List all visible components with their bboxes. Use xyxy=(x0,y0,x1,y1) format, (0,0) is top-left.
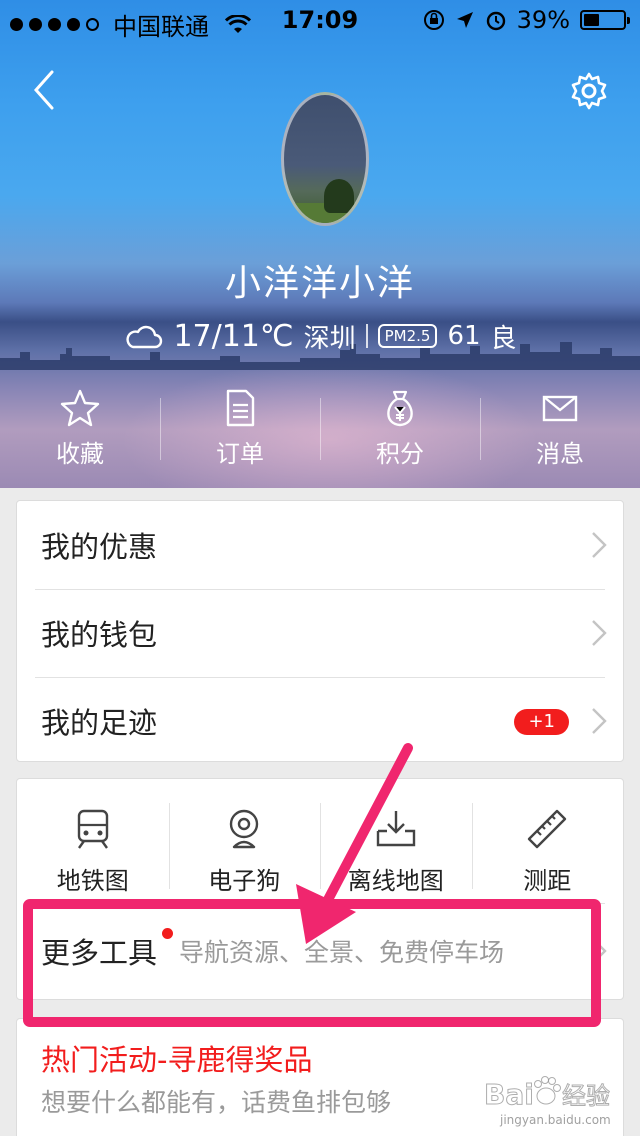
chevron-left-icon xyxy=(33,70,54,110)
watermark-brand: Bai xyxy=(484,1078,534,1111)
back-button[interactable] xyxy=(28,68,68,112)
menu-item-wallet[interactable]: 我的钱包 xyxy=(17,589,623,677)
camera-icon xyxy=(230,809,259,849)
location-arrow-icon xyxy=(456,12,473,28)
battery-percent: 39% xyxy=(516,6,570,34)
document-icon xyxy=(226,389,255,427)
air-quality: 良 xyxy=(490,323,517,354)
city-name: 深圳 xyxy=(303,323,356,354)
quick-label: 积分 xyxy=(376,440,424,468)
temperature: 17/11℃ xyxy=(173,318,294,354)
pm-badge: PM2.5 xyxy=(377,324,438,348)
chevron-right-icon xyxy=(592,708,607,734)
account-menu: 我的优惠 我的钱包 我的足迹 +1 xyxy=(16,500,624,762)
new-dot-indicator xyxy=(162,928,174,939)
more-tools-row[interactable]: 更多工具 导航资源、全景、免费停车场 xyxy=(17,903,623,999)
battery-fill xyxy=(584,14,599,26)
more-tools-subtitle: 导航资源、全景、免费停车场 xyxy=(179,938,505,967)
avatar[interactable] xyxy=(281,92,369,226)
tool-offline-map[interactable]: 离线地图 xyxy=(320,779,472,903)
menu-item-footprints[interactable]: 我的足迹 +1 xyxy=(17,677,623,765)
chevron-right-icon xyxy=(592,620,607,646)
baidu-jingyan-watermark: Bai 经验 jingyan.baidu.com xyxy=(480,1064,630,1130)
weather-divider xyxy=(365,324,368,348)
quick-points[interactable]: 积分 xyxy=(320,388,480,472)
star-icon xyxy=(60,389,100,427)
tool-subway-map[interactable]: 地铁图 xyxy=(17,779,169,903)
ruler-icon xyxy=(528,809,567,849)
tools-row: 地铁图 电子狗 离线地图 测距 xyxy=(17,779,623,903)
menu-item-coupons[interactable]: 我的优惠 xyxy=(17,501,623,589)
activity-subtitle: 想要什么都能有，话费鱼排包够 xyxy=(41,1088,392,1117)
avatar-tree xyxy=(324,179,354,213)
menu-item-label: 我的钱包 xyxy=(41,618,158,652)
chevron-right-icon xyxy=(592,938,607,964)
new-badge: +1 xyxy=(514,709,569,735)
menu-item-label: 我的足迹 xyxy=(41,706,158,740)
tool-label: 离线地图 xyxy=(347,867,444,895)
settings-button[interactable] xyxy=(568,70,610,112)
more-tools-title: 更多工具 xyxy=(41,928,174,972)
tool-speed-camera[interactable]: 电子狗 xyxy=(168,779,321,903)
quick-label: 消息 xyxy=(536,440,584,468)
weather-info: 17/11℃ 深圳 PM2.5 61 良 xyxy=(0,316,640,356)
profile-header: 中国联通 17:09 39% 小洋洋小洋 17/11℃ 深圳 PM2.5 61 … xyxy=(0,0,640,488)
tool-ruler[interactable]: 测距 xyxy=(471,779,624,903)
quick-messages[interactable]: 消息 xyxy=(480,388,640,472)
activity-title: 热门活动-寻鹿得奖品 xyxy=(41,1043,313,1077)
quick-label: 收藏 xyxy=(56,440,104,468)
status-right: 39% xyxy=(423,6,630,34)
money-bag-icon xyxy=(387,390,413,427)
username[interactable]: 小洋洋小洋 xyxy=(0,254,640,306)
quick-favorites[interactable]: 收藏 xyxy=(0,388,160,472)
tool-label: 地铁图 xyxy=(56,867,129,895)
chevron-right-icon xyxy=(592,532,607,558)
quick-label: 订单 xyxy=(216,440,264,468)
download-map-icon xyxy=(376,811,415,847)
tool-label: 电子狗 xyxy=(208,867,281,895)
envelope-icon xyxy=(542,395,578,422)
subway-icon xyxy=(77,809,108,849)
quick-orders[interactable]: 订单 xyxy=(160,388,320,472)
more-tools-title-text: 更多工具 xyxy=(41,936,158,970)
tools-panel: 地铁图 电子狗 离线地图 测距 更多工具 导航资源、全景、免费停车场 xyxy=(16,778,624,1000)
rotation-lock-icon xyxy=(423,10,444,30)
paw-logo-icon: Bai 经验 jingyan.baidu.com xyxy=(484,1076,611,1127)
alarm-icon xyxy=(486,11,505,31)
watermark-url: jingyan.baidu.com xyxy=(499,1113,611,1127)
status-bar: 中国联通 17:09 39% xyxy=(0,0,640,41)
tool-label: 测距 xyxy=(523,867,572,895)
cloud-icon xyxy=(126,325,163,349)
watermark-cn: 经验 xyxy=(562,1082,610,1110)
gear-icon xyxy=(571,72,607,110)
pm-value: 61 xyxy=(447,321,481,351)
quick-actions: 收藏 订单 积分 消息 xyxy=(0,388,640,472)
battery-icon xyxy=(580,10,630,30)
menu-item-label: 我的优惠 xyxy=(41,530,158,564)
